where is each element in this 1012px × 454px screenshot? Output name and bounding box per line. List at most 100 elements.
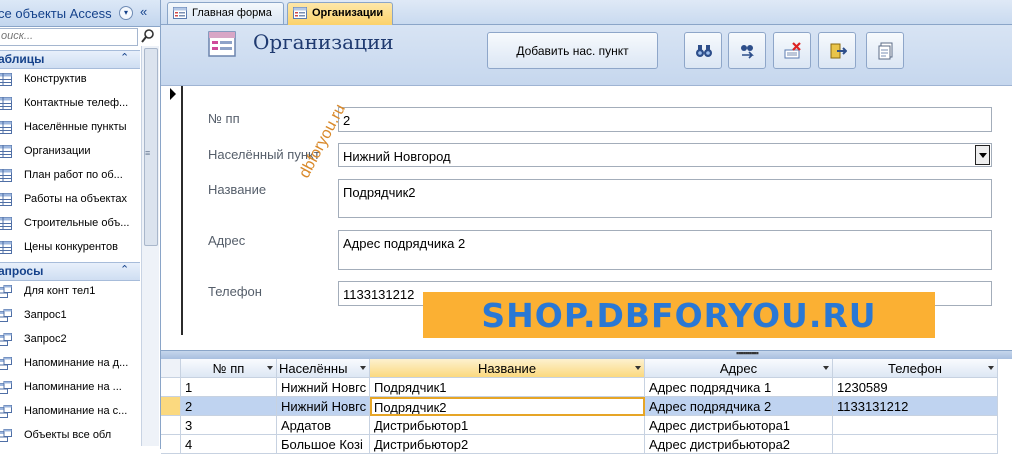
- cell-text: Ардатов: [281, 418, 332, 433]
- table-cell[interactable]: Адрес дистрибьютора2: [645, 435, 833, 454]
- nav-item[interactable]: Запрос1: [0, 305, 140, 327]
- table-cell[interactable]: 1: [181, 378, 277, 397]
- table-cell-focused[interactable]: Подрядчик2: [370, 397, 645, 416]
- current-record-arrow-icon: [170, 88, 176, 100]
- nav-item[interactable]: План работ по об...: [0, 165, 140, 187]
- table-cell[interactable]: Дистрибьютор1: [370, 416, 645, 435]
- find-button[interactable]: [684, 32, 722, 69]
- column-header-name[interactable]: Название: [370, 359, 645, 378]
- nav-item-label: Организации: [24, 145, 91, 157]
- column-header-num[interactable]: № пп: [181, 359, 277, 378]
- table-cell[interactable]: Подрядчик1: [370, 378, 645, 397]
- collapse-pane-icon[interactable]: «: [140, 4, 147, 19]
- nav-item-label: План работ по об...: [24, 169, 123, 181]
- table-cell[interactable]: Дистрибьютор2: [370, 435, 645, 454]
- nav-item[interactable]: Работы на объектах: [0, 189, 140, 211]
- row-selector[interactable]: [161, 416, 181, 435]
- report-button[interactable]: [866, 32, 904, 69]
- nav-item[interactable]: Напоминание на д...: [0, 353, 140, 375]
- select-all-corner[interactable]: [161, 359, 181, 378]
- search-icon[interactable]: [140, 28, 156, 44]
- chevron-down-icon[interactable]: ▾: [119, 6, 133, 20]
- city-value: Нижний Новгород: [343, 149, 451, 164]
- table-cell[interactable]: Большое Козі: [277, 435, 370, 454]
- cell-text: Адрес дистрибьютора2: [649, 437, 791, 452]
- address-field[interactable]: Адрес подрядчика 2: [338, 230, 992, 270]
- cell-text: Адрес дистрибьютора1: [649, 418, 791, 433]
- nav-item[interactable]: Для конт тел1: [0, 281, 140, 303]
- search-field[interactable]: [0, 28, 138, 46]
- nav-item[interactable]: Напоминание на с...: [0, 401, 140, 423]
- table-cell[interactable]: Ардатов: [277, 416, 370, 435]
- form-title: Организации: [253, 30, 394, 54]
- table-cell[interactable]: Адрес дистрибьютора1: [645, 416, 833, 435]
- table-cell[interactable]: Адрес подрядчика 2: [645, 397, 833, 416]
- chevron-down-icon[interactable]: [988, 366, 994, 370]
- nav-item[interactable]: Населённые пункты: [0, 117, 140, 139]
- cell-text: Адрес подрядчика 1: [649, 380, 772, 395]
- group-label: апросы: [0, 264, 44, 278]
- chevron-down-icon[interactable]: [975, 145, 990, 165]
- column-header-city[interactable]: Населённы: [277, 359, 370, 378]
- chevron-down-icon[interactable]: [823, 366, 829, 370]
- scrollbar-thumb[interactable]: [144, 48, 158, 246]
- group-header-tables[interactable]: аблицы ⌃: [0, 50, 140, 69]
- cell-text: Большое Козі: [281, 437, 363, 452]
- cell-text: 2: [185, 399, 193, 414]
- table-cell[interactable]: [833, 416, 998, 435]
- column-header-phone[interactable]: Телефон: [833, 359, 998, 378]
- label-address: Адрес: [208, 233, 246, 248]
- tab-organizations[interactable]: Организации: [287, 2, 393, 25]
- table-cell[interactable]: Нижний Новгс: [277, 397, 370, 416]
- nav-item[interactable]: Конструктив: [0, 69, 140, 91]
- record-selector[interactable]: [161, 86, 183, 335]
- num-field[interactable]: 2: [338, 107, 992, 132]
- table-cell[interactable]: Нижний Новгс: [277, 378, 370, 397]
- table-cell[interactable]: 3: [181, 416, 277, 435]
- row-selector[interactable]: [161, 397, 181, 416]
- nav-item[interactable]: Цены конкурентов: [0, 237, 140, 259]
- table-icon: [0, 193, 12, 206]
- row-selector[interactable]: [161, 378, 181, 397]
- nav-item[interactable]: Контактные телеф...: [0, 93, 140, 115]
- nav-item-label: Конструктив: [24, 73, 87, 85]
- tab-main-form[interactable]: Главная форма: [167, 2, 284, 24]
- chevron-up-icon[interactable]: ⌃: [120, 51, 129, 64]
- name-field[interactable]: Подрядчик2: [338, 179, 992, 218]
- nav-item[interactable]: Запрос2: [0, 329, 140, 351]
- column-header-address[interactable]: Адрес: [645, 359, 833, 378]
- table-cell[interactable]: [833, 435, 998, 454]
- delete-record-button[interactable]: [773, 32, 811, 69]
- city-combobox[interactable]: Нижний Новгород: [338, 143, 992, 167]
- query-icon: [0, 309, 12, 322]
- chevron-up-icon[interactable]: ⌃: [120, 263, 129, 276]
- cell-text: 1133131212: [837, 399, 909, 414]
- column-label: Название: [477, 361, 537, 376]
- table-cell[interactable]: 1230589: [833, 378, 998, 397]
- nav-item[interactable]: Напоминание на ...: [0, 377, 140, 399]
- cell-text: Подрядчик2: [374, 400, 447, 415]
- table-cell[interactable]: Адрес подрядчика 1: [645, 378, 833, 397]
- find-replace-button[interactable]: [728, 32, 766, 69]
- nav-title[interactable]: се объекты Access: [0, 6, 112, 21]
- chevron-down-icon[interactable]: [635, 366, 641, 370]
- table-cell[interactable]: 4: [181, 435, 277, 454]
- nav-item[interactable]: Объекты все обл: [0, 425, 140, 447]
- search-input[interactable]: [0, 29, 131, 43]
- nav-item[interactable]: Строительные объ...: [0, 213, 140, 235]
- table-cell[interactable]: 2: [181, 397, 277, 416]
- exit-button[interactable]: [818, 32, 856, 69]
- group-header-queries[interactable]: апросы ⌃: [0, 262, 140, 281]
- nav-item[interactable]: Организации: [0, 141, 140, 163]
- row-selector[interactable]: [161, 435, 181, 454]
- nav-header[interactable]: се объекты Access ▾ «: [0, 0, 160, 27]
- nav-item-label: Напоминание на с...: [24, 405, 128, 417]
- chevron-down-icon[interactable]: [267, 366, 273, 370]
- split-form-splitter[interactable]: ▪▪▪▪▪▪▪▪▪▪: [161, 348, 1012, 359]
- query-icon: [0, 285, 12, 298]
- label-num: № пп: [208, 111, 240, 126]
- chevron-down-icon[interactable]: [360, 366, 366, 370]
- nav-scrollbar[interactable]: ≡: [141, 46, 159, 446]
- table-cell[interactable]: 1133131212: [833, 397, 998, 416]
- add-settlement-button[interactable]: Добавить нас. пункт: [487, 32, 658, 69]
